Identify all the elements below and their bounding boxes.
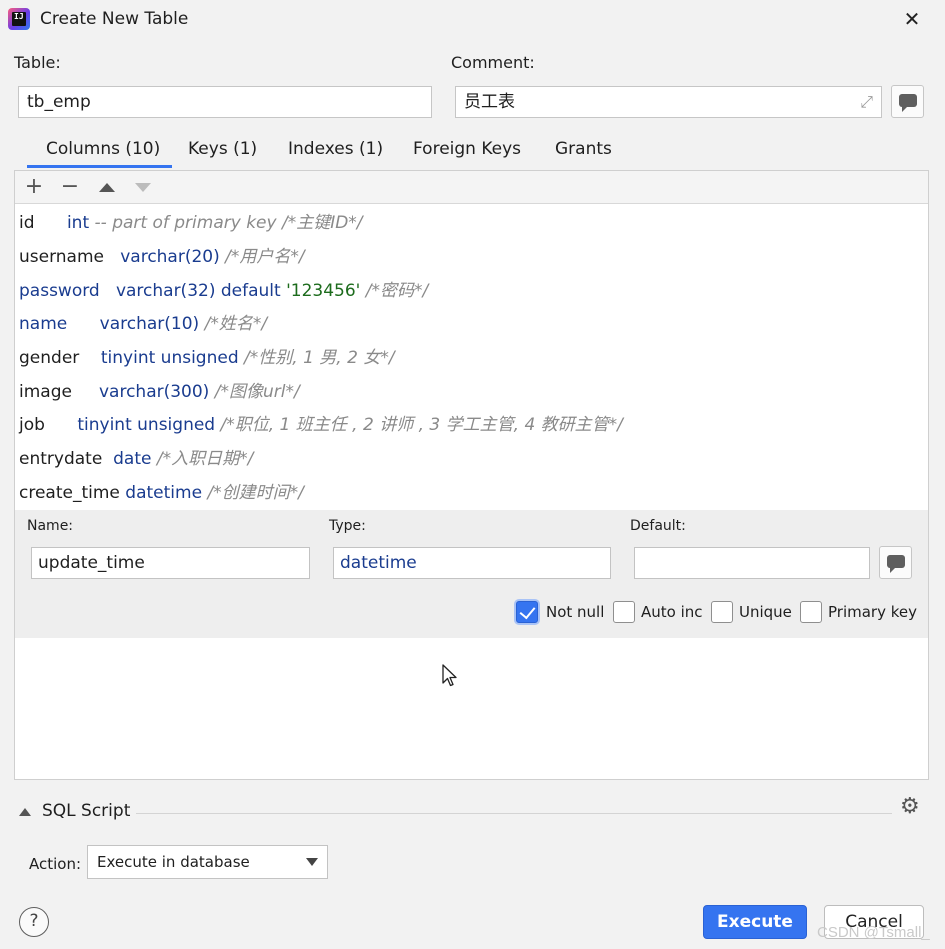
tab-keys[interactable]: Keys (1) (188, 139, 257, 159)
column-name: gender (19, 348, 80, 368)
column-default-input[interactable] (634, 547, 870, 579)
unique-label: Unique (739, 603, 792, 621)
collapse-triangle-icon[interactable] (19, 808, 31, 816)
column-row[interactable]: create_time datetime /*创建时间*/ (19, 478, 304, 508)
primary-key-label: Primary key (828, 603, 917, 621)
column-row[interactable]: password varchar(32) default '123456' /*… (19, 276, 428, 306)
name-label: Name: (27, 518, 74, 534)
comment-editor-button[interactable] (891, 85, 924, 118)
column-comment: /*创建时间*/ (207, 483, 304, 503)
active-tab-indicator (27, 165, 172, 168)
column-name: create_time (19, 483, 120, 503)
comment-label: Comment: (451, 53, 535, 72)
column-type: tinyint unsigned (77, 415, 216, 435)
expand-icon[interactable]: ⤢ (860, 91, 873, 113)
column-type: date (113, 449, 152, 469)
column-comment: -- part of primary key /*主键ID*/ (94, 213, 363, 233)
column-type: datetime (125, 483, 203, 503)
column-row[interactable]: name varchar(10) /*姓名*/ (19, 309, 267, 339)
action-select[interactable]: Execute in database (87, 845, 328, 879)
watermark: CSDN @Tsmall_ (817, 924, 930, 941)
not-null-checkbox[interactable] (516, 601, 538, 623)
remove-column-button[interactable]: − (58, 176, 82, 200)
comment-icon (898, 93, 917, 112)
column-row[interactable]: gender tinyint unsigned /*性别, 1 男, 2 女*/ (19, 343, 395, 373)
column-name: job (19, 415, 45, 435)
column-type: varchar(10) (99, 314, 200, 334)
add-column-button[interactable]: + (22, 176, 46, 200)
column-name: password (19, 281, 100, 301)
column-comment: /*用户名*/ (225, 247, 305, 267)
column-type: int (66, 213, 90, 233)
column-comment: /*密码*/ (365, 281, 429, 301)
tab-grants[interactable]: Grants (555, 139, 612, 159)
primary-key-checkbox[interactable] (800, 601, 822, 623)
column-row[interactable]: id int -- part of primary key /*主键ID*/ (19, 208, 363, 238)
column-default: '123456' (286, 281, 361, 301)
close-button[interactable]: ✕ (899, 6, 925, 32)
execute-button[interactable]: Execute (703, 905, 807, 939)
column-row[interactable]: entrydate date /*入职日期*/ (19, 444, 253, 474)
comment-input[interactable]: 员工表 ⤢ (455, 86, 882, 118)
default-comment-button[interactable] (879, 546, 912, 579)
column-row[interactable]: username varchar(20) /*用户名*/ (19, 242, 305, 272)
move-up-icon[interactable] (99, 183, 115, 192)
columns-toolbar (15, 171, 928, 204)
table-label: Table: (14, 53, 61, 72)
column-name: id (19, 213, 35, 233)
auto-inc-label: Auto inc (641, 603, 703, 621)
column-name: username (19, 247, 104, 267)
column-row[interactable]: image varchar(300) /*图像url*/ (19, 377, 300, 407)
column-name: name (19, 314, 68, 334)
column-comment: /*职位, 1 班主任 , 2 讲师 , 3 学工主管, 4 教研主管*/ (220, 415, 623, 435)
type-label: Type: (329, 518, 366, 534)
move-down-icon[interactable] (135, 183, 151, 192)
column-comment: /*姓名*/ (204, 314, 268, 334)
tab-columns[interactable]: Columns (10) (46, 139, 160, 159)
chevron-down-icon[interactable] (306, 858, 318, 866)
comment-value: 员工表 (464, 92, 515, 112)
column-type-input[interactable]: datetime (333, 547, 611, 579)
not-null-label: Not null (546, 603, 605, 621)
action-label: Action: (29, 855, 82, 873)
app-logo-icon: IJ (8, 8, 30, 30)
column-type: tinyint unsigned (100, 348, 239, 368)
auto-inc-checkbox[interactable] (613, 601, 635, 623)
unique-checkbox[interactable] (711, 601, 733, 623)
column-type: varchar(300) (98, 382, 210, 402)
column-type: varchar(20) (120, 247, 220, 267)
table-name-input[interactable]: tb_emp (18, 86, 432, 118)
column-comment: /*性别, 1 男, 2 女*/ (244, 348, 395, 368)
sql-script-title[interactable]: SQL Script (42, 801, 130, 821)
comment-icon (886, 554, 905, 573)
window-title: Create New Table (40, 9, 189, 29)
column-row[interactable]: job tinyint unsigned /*职位, 1 班主任 , 2 讲师 … (19, 410, 623, 440)
column-name: image (19, 382, 72, 402)
column-comment: /*图像url*/ (214, 382, 300, 402)
column-comment: /*入职日期*/ (156, 449, 254, 469)
help-button[interactable]: ? (19, 907, 49, 937)
default-label: Default: (630, 518, 686, 534)
tab-foreign-keys[interactable]: Foreign Keys (413, 139, 521, 159)
column-type: varchar(32) default (115, 281, 287, 301)
gear-icon[interactable]: ⚙ (900, 794, 920, 819)
column-name-input[interactable]: update_time (31, 547, 310, 579)
tab-indexes[interactable]: Indexes (1) (288, 139, 383, 159)
column-name: entrydate (19, 449, 103, 469)
section-divider (136, 813, 892, 814)
